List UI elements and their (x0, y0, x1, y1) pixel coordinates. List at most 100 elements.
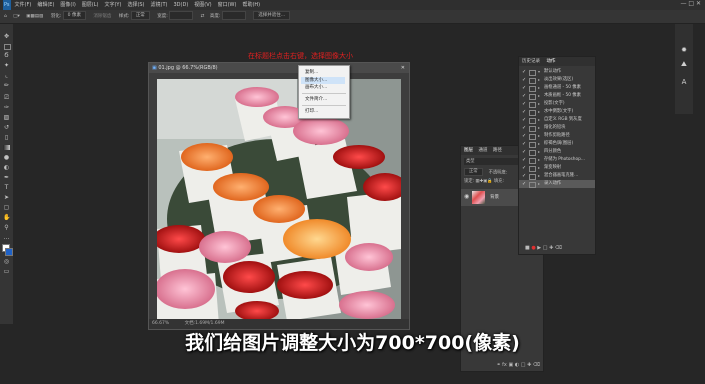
menu-3d[interactable]: 3D(D) (173, 2, 188, 8)
eraser-icon[interactable]: ▯ (3, 135, 10, 141)
document-title-bar[interactable]: ▣ 01.jpg @ 66.7%(RGB/8) ✕ (149, 63, 409, 73)
action-row-selected[interactable]: ✓ ▸ 录入动作 (519, 180, 595, 188)
marquee-preset-icon[interactable]: □▾ (13, 14, 20, 19)
action-row[interactable]: ✓ ▸ 渐变映射 (519, 164, 595, 172)
type-icon[interactable]: T (3, 185, 10, 191)
dodge-icon[interactable]: ◐ (3, 165, 10, 171)
stop-icon[interactable]: ■ (525, 245, 530, 251)
menu-item-file-info[interactable]: 文件简介... (305, 96, 347, 103)
document-info[interactable]: 文档:1.69M/1.69M (185, 321, 225, 326)
record-icon[interactable]: ● (531, 245, 535, 251)
blend-mode-select[interactable]: 正常 (464, 168, 483, 176)
new-group-icon[interactable]: □ (521, 362, 526, 368)
shape-icon[interactable]: ▢ (3, 205, 10, 211)
menu-type[interactable]: 文字(Y) (104, 2, 121, 8)
zoom-level[interactable]: 66.67% (152, 321, 169, 326)
color-wheel-icon[interactable]: ✹ (680, 46, 688, 54)
select-and-mask-button[interactable]: 选择并遮住... (253, 11, 291, 20)
menu-filter[interactable]: 滤镜(T) (151, 2, 168, 8)
home-icon[interactable]: ⌂ (4, 14, 7, 19)
style-select[interactable]: 正常 (130, 11, 150, 20)
hand-icon[interactable]: ✋ (3, 215, 10, 221)
magic-wand-icon[interactable]: ✦ (3, 63, 10, 69)
doc-close-icon[interactable]: ✕ (401, 63, 405, 73)
character-icon[interactable]: A (680, 78, 688, 86)
action-row[interactable]: ✓ ▸ 棕褐色调(图层) (519, 140, 595, 148)
action-row[interactable]: ✓ ▸ 存储为 Photoshop... (519, 156, 595, 164)
zoom-icon[interactable]: ⚲ (3, 225, 10, 231)
menu-item-canvas-size[interactable]: 画布大小... (305, 84, 347, 91)
delete-layer-icon[interactable]: ⌫ (533, 362, 540, 368)
lasso-icon[interactable]: Ϭ (3, 53, 10, 59)
menu-item-print[interactable]: 打印... (305, 108, 347, 115)
menu-help[interactable]: 帮助(H) (242, 2, 260, 8)
more-tools-icon[interactable]: … (3, 235, 10, 241)
actions-panel: 历史记录 动作 ✓ ▾ 默认动作 ✓ ▸ 淡出效果(选区) ✓ ▸ 画框通道 - 50 像素… (518, 56, 596, 255)
lock-icons[interactable]: ▦✚▣🔒 (475, 179, 492, 184)
marquee-icon[interactable] (4, 44, 11, 50)
gradient-icon[interactable] (3, 145, 10, 150)
new-action-icon[interactable]: ✚ (549, 245, 553, 251)
maximize-icon[interactable]: □ (688, 0, 694, 7)
brush-icon[interactable]: ✑ (3, 105, 10, 111)
feather-input[interactable]: 0 像素 (62, 11, 86, 20)
screen-mode-icon[interactable]: ▭ (3, 269, 10, 275)
action-row[interactable]: ✓ ▸ 熔化的铅块 (519, 124, 595, 132)
action-row[interactable]: ✓ ▾ 默认动作 (519, 68, 595, 76)
action-row[interactable]: ✓ ▸ 自定义 RGB 到灰度 (519, 116, 595, 124)
menu-view[interactable]: 视图(V) (194, 2, 211, 8)
tab-paths[interactable]: 路径 (493, 148, 502, 153)
fx-icon[interactable]: fx (502, 362, 507, 368)
ps-logo-icon[interactable]: Ps (3, 0, 11, 10)
height-input[interactable] (221, 11, 246, 20)
action-row[interactable]: ✓ ▸ 木质画框 - 50 像素 (519, 92, 595, 100)
history-brush-icon[interactable]: ↺ (3, 125, 10, 131)
menu-window[interactable]: 窗口(W) (218, 2, 237, 8)
image-panel-icon[interactable]: ⛰ (680, 60, 688, 68)
minimize-icon[interactable]: — (680, 0, 686, 7)
pen-icon[interactable]: ✒ (3, 175, 10, 181)
action-row[interactable]: ✓ ▸ 混合器画笔克隆... (519, 172, 595, 180)
menu-item-image-size[interactable]: 图像大小... (301, 77, 345, 84)
action-row[interactable]: ✓ ▸ 画框通道 - 50 像素 (519, 84, 595, 92)
selection-mode-icons[interactable]: ▣▩▤▨ (26, 14, 43, 19)
menu-item-duplicate[interactable]: 复制... (305, 69, 347, 76)
tab-layers[interactable]: 图层 (464, 148, 473, 153)
action-row[interactable]: ✓ ▸ 淡出效果(选区) (519, 76, 595, 84)
action-row[interactable]: ✓ ▸ 制作剪贴路径 (519, 132, 595, 140)
menu-image[interactable]: 图像(I) (60, 2, 75, 8)
add-mask-icon[interactable]: ▣ (509, 362, 514, 368)
crop-icon[interactable]: ⌞ (3, 73, 10, 79)
move-icon[interactable]: ✥ (3, 34, 10, 40)
tab-channels[interactable]: 通道 (478, 148, 487, 153)
path-select-icon[interactable]: ➤ (3, 195, 10, 201)
link-layers-icon[interactable]: ⚭ (496, 362, 500, 368)
play-icon[interactable]: ▶ (537, 245, 541, 251)
photo-canvas[interactable] (157, 79, 401, 319)
kind-label: 类型 (466, 159, 475, 164)
action-row[interactable]: ✓ ▸ 投影(文字) (519, 100, 595, 108)
healing-icon[interactable]: ⎚ (3, 95, 10, 101)
new-layer-icon[interactable]: ✚ (527, 362, 531, 368)
antialias-checkbox[interactable]: 消除锯齿 (93, 14, 111, 19)
quick-mask-icon[interactable]: ◎ (3, 259, 10, 265)
action-row[interactable]: ✓ ▸ 四分颜色 (519, 148, 595, 156)
background-color-swatch[interactable] (5, 248, 13, 256)
delete-action-icon[interactable]: ⌫ (555, 245, 562, 251)
adjustment-icon[interactable]: ◐ (515, 362, 519, 368)
menu-select[interactable]: 选择(S) (127, 2, 144, 8)
menu-file[interactable]: 文件(F) (15, 2, 32, 8)
blur-icon[interactable]: ● (3, 155, 10, 161)
swap-icon[interactable]: ⇄ (201, 14, 205, 19)
width-input[interactable] (169, 11, 194, 20)
stamp-icon[interactable]: ▨ (3, 115, 10, 121)
tab-history[interactable]: 历史记录 (522, 59, 540, 64)
eye-icon[interactable]: ◉ (464, 193, 469, 200)
menu-edit[interactable]: 编辑(E) (37, 2, 54, 8)
new-set-icon[interactable]: □ (543, 245, 548, 251)
menu-layer[interactable]: 图层(L) (82, 2, 99, 8)
eyedropper-icon[interactable]: ✏ (3, 83, 10, 89)
action-row[interactable]: ✓ ▸ 水中倒影(文字) (519, 108, 595, 116)
close-icon[interactable]: ✕ (696, 0, 701, 7)
tab-actions[interactable]: 动作 (546, 59, 555, 64)
